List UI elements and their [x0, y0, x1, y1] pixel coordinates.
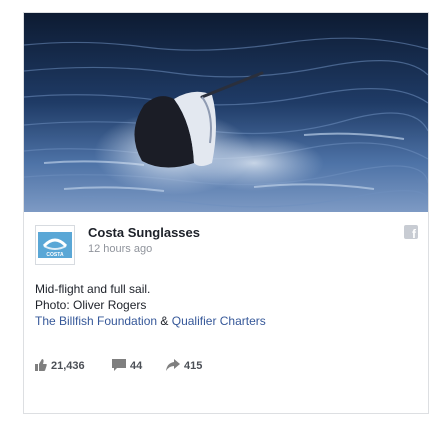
- caption-tags: The Billfish Foundation & Qualifier Char…: [35, 313, 421, 329]
- sailfish-photo-image: [24, 13, 428, 212]
- post-timestamp[interactable]: 12 hours ago: [88, 243, 152, 255]
- facebook-icon-letter: f: [412, 227, 416, 241]
- tag-billfish-foundation[interactable]: The Billfish Foundation: [35, 314, 157, 328]
- facebook-icon[interactable]: f: [404, 225, 418, 241]
- share-arrow-icon: [166, 359, 180, 371]
- comments-count: 44: [130, 360, 143, 372]
- caption-line-2: Photo: Oliver Rogers: [35, 298, 147, 312]
- page-avatar[interactable]: COSTA: [35, 225, 75, 265]
- likes-stat[interactable]: 21,436: [35, 356, 95, 376]
- caption-line-1: Mid-flight and full sail.: [35, 282, 151, 296]
- comments-stat[interactable]: 44: [112, 356, 154, 376]
- comment-icon: [112, 359, 126, 371]
- likes-count: 21,436: [51, 360, 85, 372]
- facebook-post-card: COSTA Costa Sunglasses 12 hours ago f Mi…: [23, 12, 429, 414]
- page-name[interactable]: Costa Sunglasses: [88, 225, 200, 240]
- post-stats: 21,436 44 415: [35, 356, 421, 376]
- tag-qualifier-charters[interactable]: Qualifier Charters: [172, 314, 266, 328]
- post-photo[interactable]: [24, 13, 428, 212]
- thumbs-up-icon: [35, 359, 47, 371]
- post-caption: Mid-flight and full sail. Photo: Oliver …: [35, 281, 421, 329]
- shares-count: 415: [184, 360, 203, 372]
- tag-separator: &: [157, 314, 172, 328]
- avatar-text: COSTA: [46, 252, 64, 258]
- shares-stat[interactable]: 415: [166, 356, 216, 376]
- costa-logo-icon: COSTA: [36, 226, 74, 264]
- post-header: COSTA Costa Sunglasses 12 hours ago f: [35, 225, 421, 271]
